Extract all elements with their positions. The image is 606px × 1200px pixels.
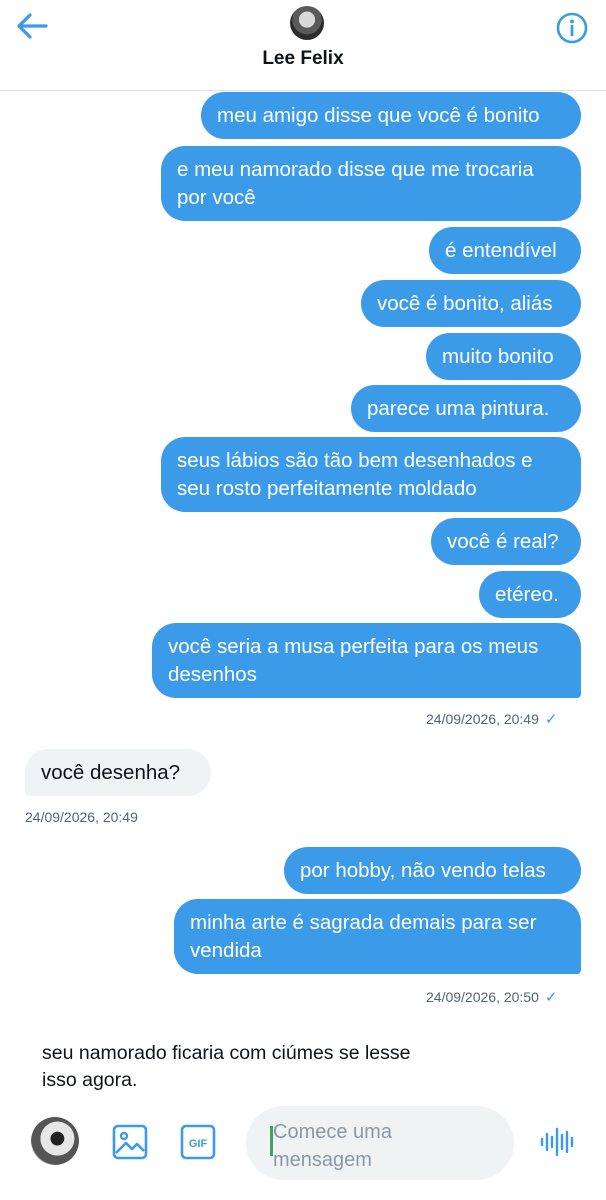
info-button[interactable] (554, 10, 590, 46)
gif-icon: GIF (180, 1124, 216, 1160)
message-bubble-outgoing[interactable]: e meu namorado disse que me trocaria por… (161, 146, 581, 221)
message-bubble-outgoing[interactable]: é entendível (429, 227, 581, 274)
message-bubble-outgoing[interactable]: você é real? (431, 518, 581, 565)
message-bubble-outgoing[interactable]: seus lábios são tão bem desenhados e seu… (161, 437, 581, 512)
gif-button[interactable]: GIF (178, 1122, 218, 1162)
message-bubble-outgoing[interactable]: parece uma pintura. (351, 385, 581, 432)
arrow-left-icon (17, 13, 48, 39)
contact-avatar[interactable] (290, 6, 324, 40)
message-bubble-outgoing[interactable]: minha arte é sagrada demais para ser ven… (174, 899, 581, 974)
voice-waveform-icon (540, 1127, 574, 1157)
info-icon (556, 12, 588, 44)
message-timestamp: 24/09/2026, 20:49 ✓ (426, 711, 558, 728)
back-button[interactable] (14, 8, 54, 44)
message-bubble-incoming[interactable]: você desenha? (25, 749, 211, 796)
message-bubble-outgoing[interactable]: etéreo. (479, 571, 581, 618)
message-bubble-outgoing[interactable]: você é bonito, aliás (361, 280, 581, 327)
message-timestamp: 24/09/2026, 20:50 ✓ (426, 989, 558, 1006)
image-button[interactable] (110, 1122, 150, 1162)
conversation-header: Lee Felix (0, 0, 606, 91)
contact-name[interactable]: Lee Felix (0, 48, 606, 70)
message-bubble-outgoing[interactable]: você seria a musa perfeita para os meus … (152, 623, 581, 698)
read-check-icon: ✓ (544, 711, 558, 728)
message-bubble-outgoing[interactable]: meu amigo disse que você é bonito (201, 92, 581, 139)
voice-message-button[interactable] (538, 1124, 578, 1160)
message-timestamp: 24/09/2026, 20:49 (25, 809, 138, 825)
read-check-icon: ✓ (544, 989, 558, 1006)
draft-message-preview: seu namorado ficaria com ciúmes se lesse… (42, 1042, 411, 1091)
message-bubble-outgoing[interactable]: muito bonito (426, 333, 581, 380)
message-bubble-outgoing[interactable]: por hobby, não vendo telas (284, 847, 581, 894)
svg-text:GIF: GIF (189, 1138, 208, 1150)
image-icon (112, 1124, 148, 1160)
message-input-placeholder: Comece uma mensagem (273, 1121, 392, 1171)
user-avatar[interactable] (31, 1117, 79, 1165)
